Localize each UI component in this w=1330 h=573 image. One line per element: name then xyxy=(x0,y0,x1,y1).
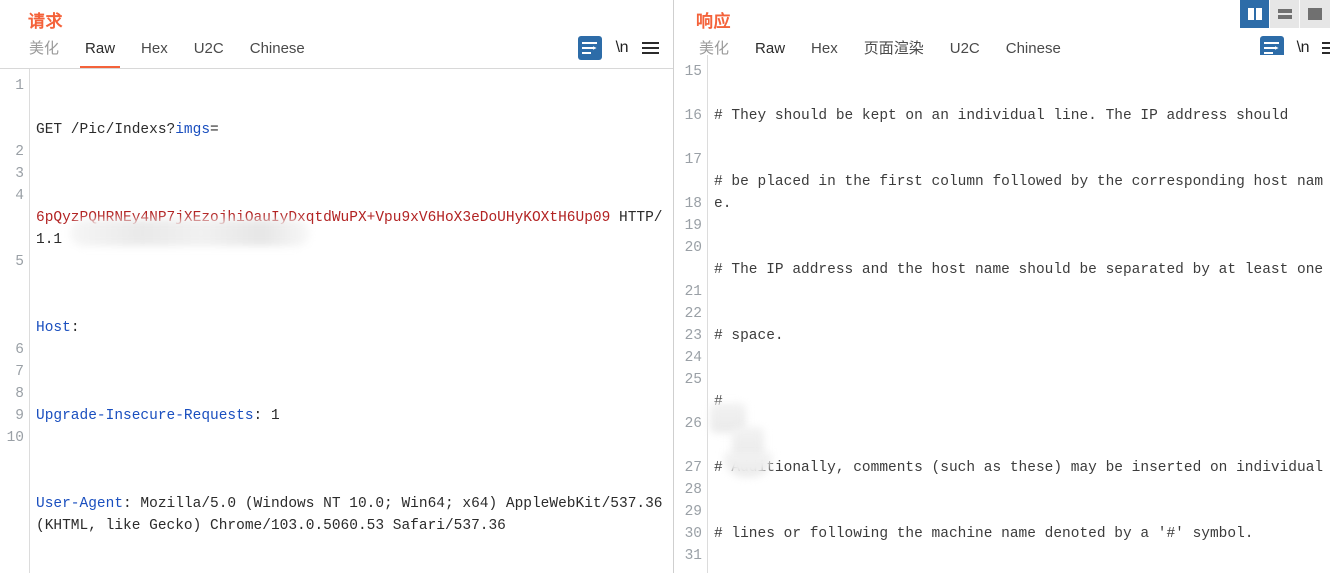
query-param-name: imgs xyxy=(175,122,211,138)
line-number: 22 xyxy=(684,306,702,322)
line-number: 25 xyxy=(684,372,702,388)
line-number: 10 xyxy=(6,430,24,446)
tab-request-chinese[interactable]: Chinese xyxy=(237,39,318,68)
code-line: 6pQyzPQHRNEy4NP7jXEzojhiOauIyDxqtdWuPX+V… xyxy=(36,207,673,251)
request-code-body[interactable]: GET /Pic/Indexs?imgs= 6pQyzPQHRNEy4NP7jX… xyxy=(30,69,673,573)
response-line-gutter: 15 . 16 . 17 . 18 19 20 . 21 22 23 24 25… xyxy=(674,55,708,573)
line-number: 28 xyxy=(684,482,702,498)
line-number-wrap: . xyxy=(674,83,707,105)
request-method-path: GET /Pic/Indexs? xyxy=(36,122,176,138)
line-number: 17 xyxy=(684,152,702,168)
code-line: # The IP address and the host name shoul… xyxy=(714,262,1324,278)
code-line-host: Host: xyxy=(36,317,673,339)
line-number: 18 xyxy=(684,196,702,212)
panel-menu-icon[interactable] xyxy=(1322,42,1330,54)
line-number: 19 xyxy=(684,218,702,234)
code-line: User-Agent: Mozilla/5.0 (Windows NT 10.0… xyxy=(36,493,673,537)
request-panel-title: 请求 xyxy=(28,12,63,31)
code-line: # They should be kept on an individual l… xyxy=(714,108,1289,124)
line-number-wrap: . xyxy=(0,317,29,339)
tab-request-u2c[interactable]: U2C xyxy=(181,39,237,68)
line-number: 23 xyxy=(684,328,702,344)
request-tabbar: 美化 Raw Hex U2C Chinese \n xyxy=(0,36,673,69)
split-vertical-icon xyxy=(1247,8,1262,20)
response-panel: 响应 美化 Raw Hex 页面渲染 U2C Chinese \n 15 16 … xyxy=(673,0,1330,573)
header-name-host: Host xyxy=(36,320,71,336)
split-horizontal-icon xyxy=(1277,9,1292,19)
line-number: 15 xyxy=(684,64,702,80)
header-value: : Mozilla/5.0 (Windows NT 10.0; Win64; x… xyxy=(36,496,672,534)
line-number-wrap: . xyxy=(674,391,707,413)
line-number-wrap: . xyxy=(674,127,707,149)
line-number-wrap: . xyxy=(674,435,707,457)
line-number: 24 xyxy=(684,350,702,366)
line-number: 5 xyxy=(15,254,24,270)
line-number: 6 xyxy=(15,342,24,358)
layout-split-horizontal-button[interactable] xyxy=(1270,0,1300,28)
line-number: 7 xyxy=(15,364,24,380)
line-number: 29 xyxy=(684,504,702,520)
response-panel-title: 响应 xyxy=(696,12,731,31)
line-number: 20 xyxy=(684,240,702,256)
tab-request-raw[interactable]: Raw xyxy=(72,39,128,68)
query-equals: = xyxy=(210,122,219,138)
code-line: # be placed in the first column followed… xyxy=(714,174,1324,212)
layout-single-pane-button[interactable] xyxy=(1300,0,1330,28)
request-tab-tools: \n xyxy=(577,36,673,68)
line-number: 26 xyxy=(684,416,702,432)
response-code-area[interactable]: 15 . 16 . 17 . 18 19 20 . 21 22 23 24 25… xyxy=(674,55,1330,573)
request-code-area[interactable]: 1 . . 2 3 4 . . 5 . . . 6 7 8 9 10 GET /… xyxy=(0,69,673,573)
line-number-wrap: . xyxy=(0,207,29,229)
code-line: # Additionally, comments (such as these)… xyxy=(714,460,1324,476)
line-number: 2 xyxy=(15,144,24,160)
newline-toggle-icon[interactable]: \n xyxy=(616,38,629,58)
line-number: 27 xyxy=(684,460,702,476)
line-number-wrap: . xyxy=(0,273,29,295)
header-value: : 1 xyxy=(253,408,280,424)
code-line: Upgrade-Insecure-Requests: 1 xyxy=(36,405,673,427)
request-line-gutter: 1 . . 2 3 4 . . 5 . . . 6 7 8 9 10 xyxy=(0,69,30,573)
query-param-value: 6pQyzPQHRNEy4NP7jXEzojhiOauIyDxqtdWuPX+V… xyxy=(36,210,611,226)
header-name-upgrade-insecure-requests: Upgrade-Insecure-Requests xyxy=(36,408,254,424)
layout-toggle-group xyxy=(1240,0,1330,28)
line-number-wrap: . xyxy=(674,171,707,193)
line-number: 16 xyxy=(684,108,702,124)
tab-request-hex[interactable]: Hex xyxy=(128,39,181,68)
request-panel: 请求 美化 Raw Hex U2C Chinese \n 1 2 3 4 5 6… xyxy=(0,0,673,573)
panel-menu-icon[interactable] xyxy=(642,42,659,54)
line-number: 21 xyxy=(684,284,702,300)
header-name-user-agent: User-Agent xyxy=(36,496,124,512)
line-number: 8 xyxy=(15,386,24,402)
layout-split-vertical-button[interactable] xyxy=(1240,0,1270,28)
line-number: 1 xyxy=(15,78,24,94)
line-number-wrap: . xyxy=(0,97,29,119)
code-line: # xyxy=(714,394,723,410)
code-line: # space. xyxy=(714,328,784,344)
code-line: GET /Pic/Indexs?imgs= xyxy=(36,119,673,141)
header-colon: : xyxy=(70,320,80,336)
single-pane-icon xyxy=(1308,8,1322,20)
tab-request-beautify[interactable]: 美化 xyxy=(16,39,72,68)
line-number: 4 xyxy=(15,188,24,204)
line-number: 30 xyxy=(684,526,702,542)
response-code-body[interactable]: # They should be kept on an individual l… xyxy=(708,55,1330,573)
word-wrap-icon[interactable] xyxy=(577,36,602,60)
http-inspector-window: 请求 美化 Raw Hex U2C Chinese \n 1 2 3 4 5 6… xyxy=(0,0,1330,573)
line-number: 3 xyxy=(15,166,24,182)
line-number: 9 xyxy=(15,408,24,424)
code-line: # lines or following the machine name de… xyxy=(714,526,1254,542)
line-number-wrap: . xyxy=(0,295,29,317)
line-number-wrap: . xyxy=(0,119,29,141)
line-number-wrap: . xyxy=(674,259,707,281)
line-number-wrap: . xyxy=(0,229,29,251)
line-number: 31 xyxy=(684,548,702,564)
